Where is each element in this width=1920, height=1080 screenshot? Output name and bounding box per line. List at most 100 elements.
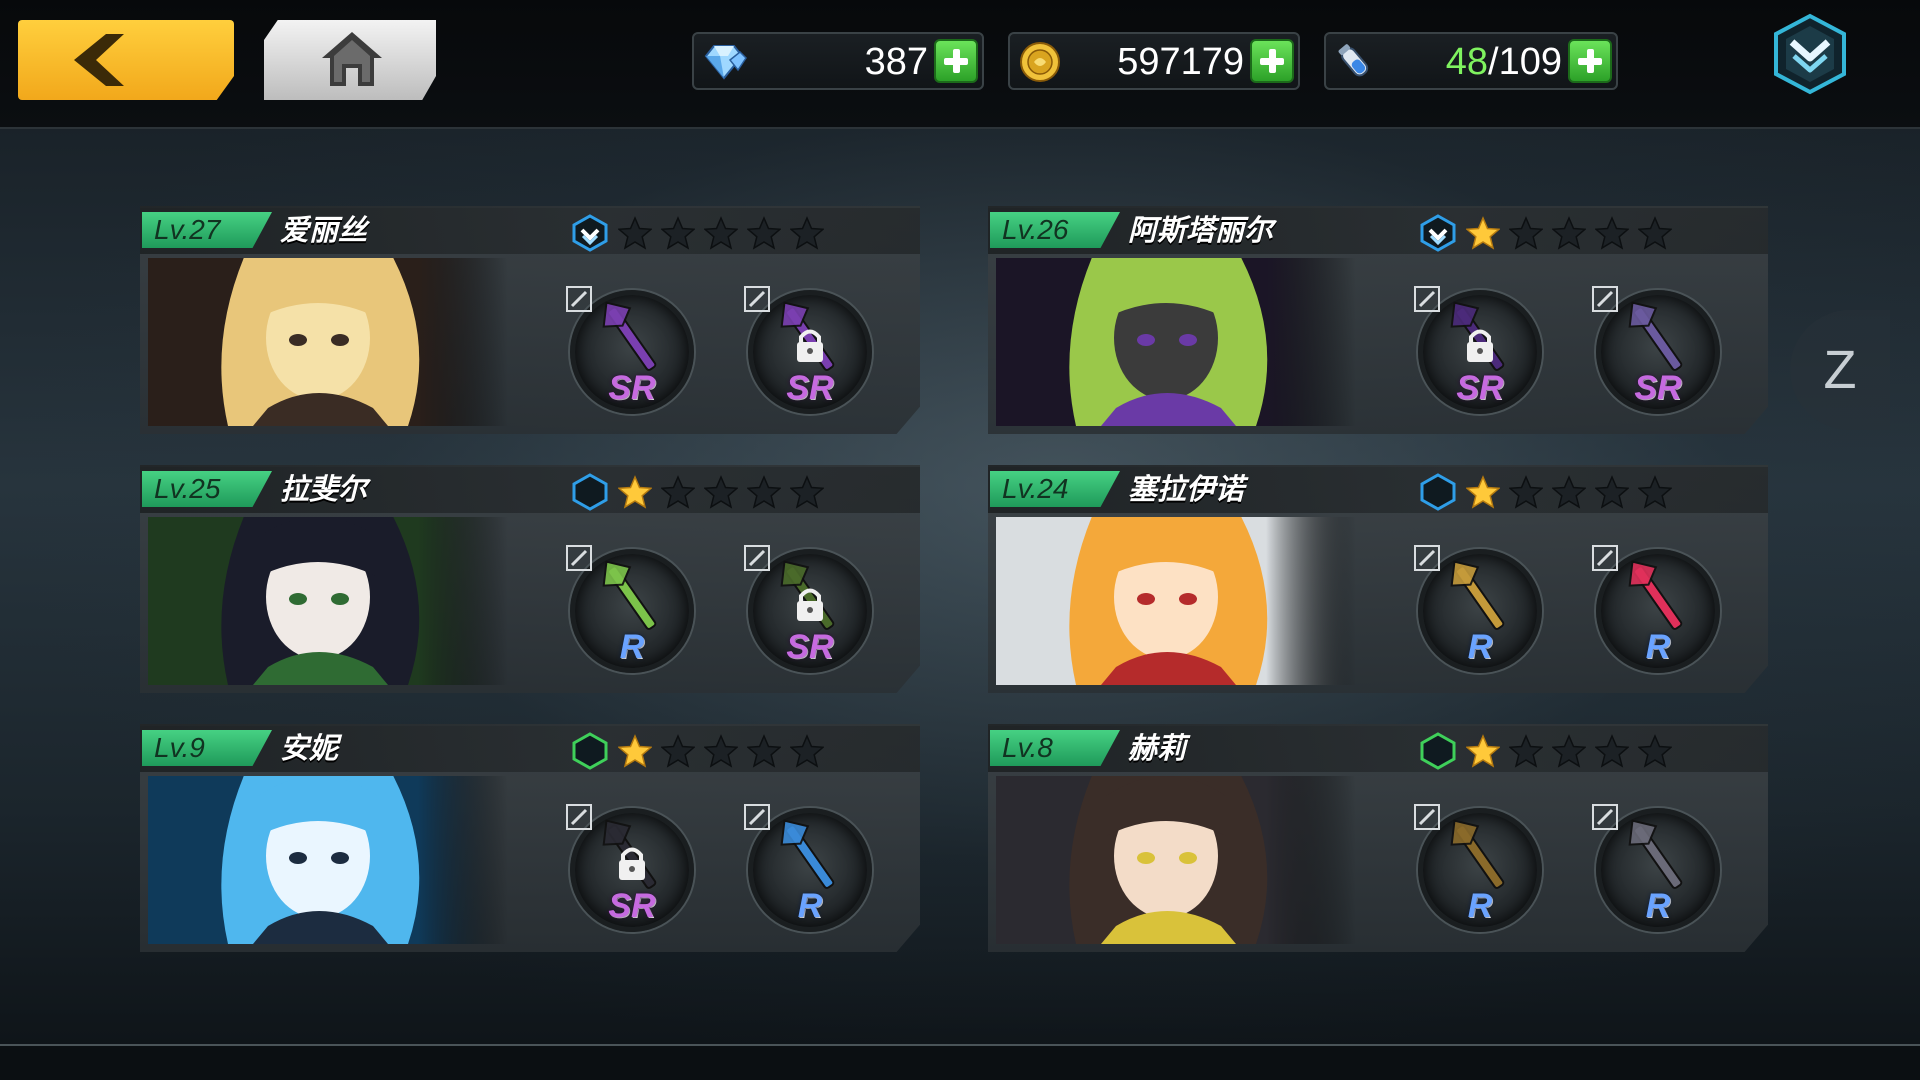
weapon-slot[interactable]: SR [1408, 278, 1548, 418]
weapon-slot[interactable]: SR [1586, 278, 1726, 418]
weapon-slot[interactable]: R [1408, 537, 1548, 677]
star-rating [617, 216, 833, 250]
star-empty-icon [703, 734, 739, 768]
star-rating [1465, 475, 1681, 509]
stamina-current: 48 [1445, 41, 1489, 83]
star-empty-icon [660, 734, 696, 768]
diamond-value: 387 [864, 41, 928, 83]
star-empty-icon [1508, 475, 1544, 509]
diamond-icon [704, 45, 747, 80]
rarity-label: SR [786, 628, 834, 666]
lock-icon [792, 326, 828, 364]
star-empty-icon [703, 475, 739, 509]
star-empty-icon [1594, 216, 1630, 250]
character-portrait [148, 258, 508, 426]
character-portrait [148, 776, 508, 944]
level-badge: Lv.9 [142, 730, 272, 766]
rarity-label: SR [1456, 369, 1504, 407]
rank-chevron-icon [1420, 214, 1456, 252]
rarity-label: R [1467, 628, 1493, 666]
star-empty-icon [746, 475, 782, 509]
star-filled-icon [617, 475, 653, 509]
star-empty-icon [1551, 734, 1587, 768]
character-card[interactable]: Lv.8 赫莉 R R [988, 724, 1768, 952]
character-name: 安妮 [280, 731, 339, 765]
star-rating [1465, 734, 1681, 768]
rarity-label: R [1467, 887, 1493, 925]
character-name: 塞拉伊诺 [1128, 472, 1245, 506]
rank-hex-icon [1420, 473, 1456, 511]
star-empty-icon [660, 216, 696, 250]
dropdown-menu-button[interactable] [1770, 12, 1850, 96]
weapon-slot[interactable]: R [1586, 537, 1726, 677]
character-card[interactable]: Lv.26 阿斯塔丽尔 SR SR [988, 206, 1768, 434]
stamina-value: 48/109 [1446, 40, 1562, 84]
add-gold-button[interactable] [1250, 39, 1294, 83]
side-tab[interactable]: Z [1790, 310, 1890, 430]
character-portrait [996, 776, 1356, 944]
gold-value: 597179 [1117, 41, 1244, 83]
character-card[interactable]: Lv.9 安妮 SR R [140, 724, 920, 952]
star-rating [617, 734, 833, 768]
weapon-slot[interactable]: R [560, 537, 700, 677]
back-arrow-icon [74, 34, 124, 86]
back-button[interactable] [18, 20, 234, 100]
diamond-counter: 387 [692, 32, 984, 90]
rarity-label: SR [608, 887, 656, 925]
rarity-label: R [1645, 628, 1671, 666]
weapon-slot[interactable]: SR [560, 278, 700, 418]
level-badge: Lv.25 [142, 471, 272, 507]
home-button[interactable] [264, 20, 436, 100]
character-name: 爱丽丝 [280, 213, 368, 247]
gold-coin-icon [1020, 42, 1060, 82]
add-diamonds-button[interactable] [934, 39, 978, 83]
stamina-vial-icon [1338, 44, 1369, 77]
level-badge: Lv.8 [990, 730, 1120, 766]
character-card[interactable]: Lv.24 塞拉伊诺 R R [988, 465, 1768, 693]
character-portrait [996, 517, 1356, 685]
stamina-separator: / [1488, 41, 1499, 83]
star-filled-icon [1465, 475, 1501, 509]
game-screen: 387 597179 48/109 Lv.27 爱丽丝 SR SR Lv.26 … [0, 0, 1920, 1080]
star-empty-icon [789, 475, 825, 509]
weapon-slot[interactable]: R [1586, 796, 1726, 936]
star-filled-icon [617, 734, 653, 768]
add-stamina-button[interactable] [1568, 39, 1612, 83]
rarity-label: R [619, 628, 645, 666]
weapon-slot[interactable]: R [738, 796, 878, 936]
character-card[interactable]: Lv.25 拉斐尔 R SR [140, 465, 920, 693]
rarity-label: R [797, 887, 823, 925]
star-empty-icon [660, 475, 696, 509]
level-badge: Lv.27 [142, 212, 272, 248]
star-empty-icon [617, 216, 653, 250]
character-card[interactable]: Lv.27 爱丽丝 SR SR [140, 206, 920, 434]
character-name: 赫莉 [1128, 731, 1187, 765]
lock-icon [1462, 326, 1498, 364]
weapon-slot[interactable]: SR [738, 278, 878, 418]
level-badge: Lv.26 [990, 212, 1120, 248]
rank-hex-icon [572, 473, 608, 511]
star-empty-icon [789, 734, 825, 768]
star-empty-icon [1551, 216, 1587, 250]
stamina-max: 109 [1498, 41, 1562, 83]
rank-hex-icon [1420, 732, 1456, 770]
weapon-slot[interactable]: SR [560, 796, 700, 936]
star-filled-icon [1465, 734, 1501, 768]
star-rating [1465, 216, 1681, 250]
star-empty-icon [746, 734, 782, 768]
weapon-slot[interactable]: R [1408, 796, 1548, 936]
lock-icon [792, 585, 828, 623]
star-empty-icon [746, 216, 782, 250]
rank-hex-icon [572, 732, 608, 770]
rarity-label: SR [1634, 369, 1682, 407]
stamina-counter: 48/109 [1324, 32, 1618, 90]
star-empty-icon [1594, 734, 1630, 768]
weapon-slot[interactable]: SR [738, 537, 878, 677]
character-portrait [996, 258, 1356, 426]
lock-icon [614, 844, 650, 882]
rank-chevron-icon [572, 214, 608, 252]
star-empty-icon [1637, 475, 1673, 509]
level-badge: Lv.24 [990, 471, 1120, 507]
character-name: 拉斐尔 [280, 472, 368, 506]
star-empty-icon [1637, 216, 1673, 250]
